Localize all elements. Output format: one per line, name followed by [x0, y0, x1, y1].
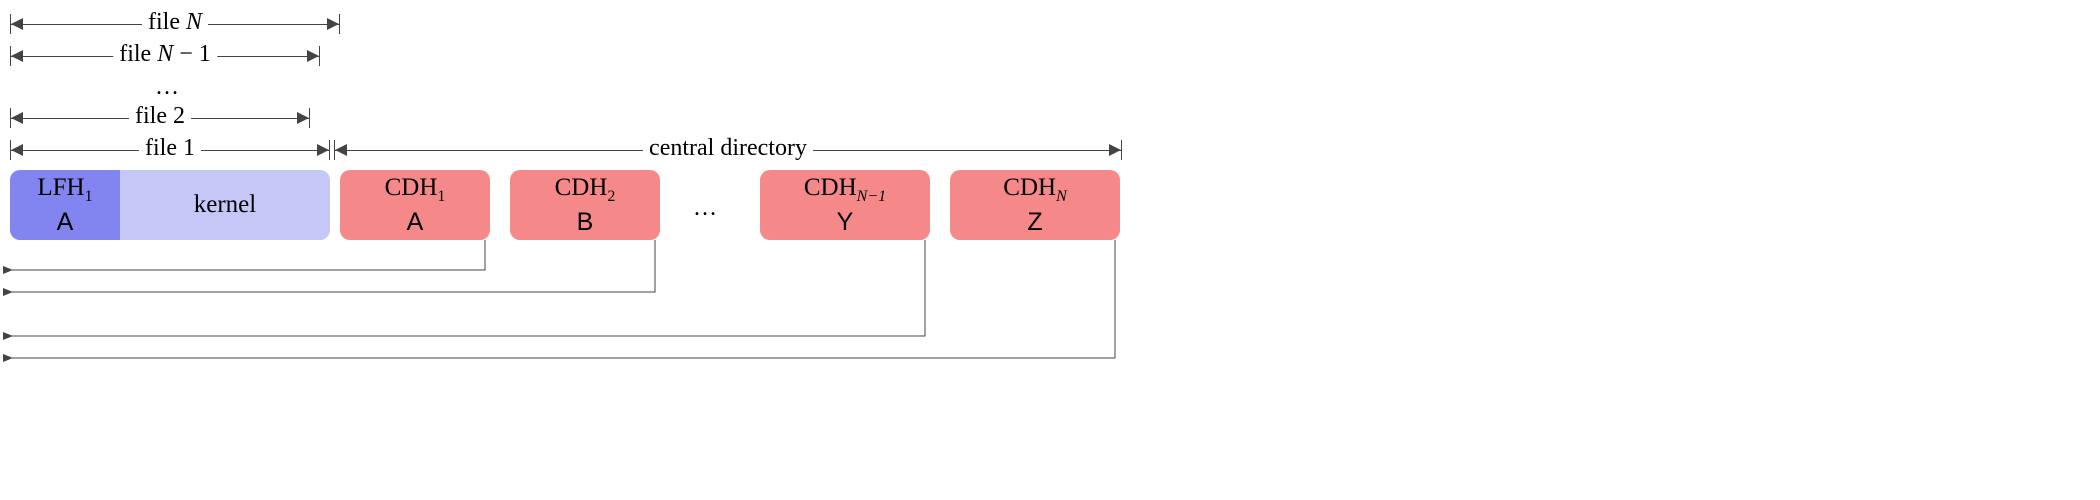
dim-central-directory-label: central directory: [649, 135, 807, 161]
pointer-arrows: [0, 0, 1200, 500]
block-lfh1: LFH1 A: [10, 170, 120, 240]
block-kernel: kernel: [120, 170, 330, 240]
dim-file-n-minus-1-label: file N − 1: [119, 41, 211, 67]
block-cdh1: CDH1 A: [340, 170, 490, 240]
dim-ellipsis-top: …: [155, 74, 179, 101]
block-cdh2: CDH2 B: [510, 170, 660, 240]
block-cdh-n: CDHN Z: [950, 170, 1120, 240]
dim-file-1-label: file 1: [145, 135, 195, 161]
zip-layout-diagram: file N /* rewrite last label to include …: [0, 0, 1200, 500]
dim-file-n-label: file N: [148, 9, 202, 35]
block-cdh-n-minus-1: CDHN−1 Y: [760, 170, 930, 240]
dim-file-2-label: file 2: [135, 103, 185, 129]
block-ellipsis: …: [693, 195, 717, 222]
